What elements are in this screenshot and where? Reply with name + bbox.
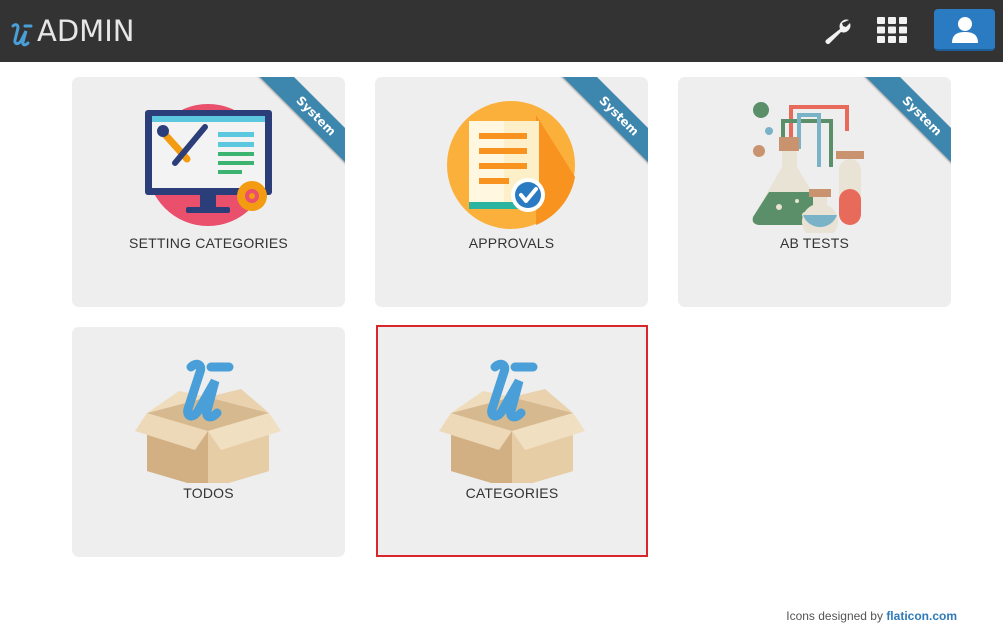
wrench-icon <box>825 19 851 44</box>
user-menu-button[interactable] <box>934 9 995 51</box>
monitor-tools-icon <box>145 104 272 226</box>
user-icon <box>951 17 978 43</box>
card-label: AB TESTS <box>779 235 850 251</box>
card-label: APPROVALS <box>468 235 555 251</box>
top-navbar: ADMIN <box>0 0 1003 62</box>
card-label: CATEGORIES <box>465 485 559 501</box>
grid-icon <box>877 17 907 43</box>
lab-flasks-icon <box>752 102 864 233</box>
card-label: SETTING CATEGORIES <box>129 235 288 251</box>
settings-button[interactable] <box>818 12 856 48</box>
card-label: TODOS <box>183 485 234 501</box>
card-setting-categories[interactable]: System SETTING CATEGORIES <box>72 77 345 307</box>
u-logo-icon <box>11 23 33 47</box>
document-check-icon <box>447 101 575 229</box>
card-ab-tests[interactable]: System AB TESTS <box>678 77 951 307</box>
box-icon <box>439 359 585 483</box>
brand[interactable]: ADMIN <box>10 11 134 51</box>
brand-text: ADMIN <box>37 14 135 48</box>
card-categories[interactable]: CATEGORIES <box>376 325 648 557</box>
apps-button[interactable] <box>872 12 912 48</box>
card-todos[interactable]: TODOS <box>72 327 345 557</box>
footer-credit: Icons designed by flaticon.com <box>786 609 957 623</box>
footer-prefix: Icons designed by <box>786 609 883 623</box>
card-approvals[interactable]: System APPROVALS <box>375 77 648 307</box>
box-icon <box>135 359 281 483</box>
flaticon-link[interactable]: flaticon.com <box>886 609 957 623</box>
